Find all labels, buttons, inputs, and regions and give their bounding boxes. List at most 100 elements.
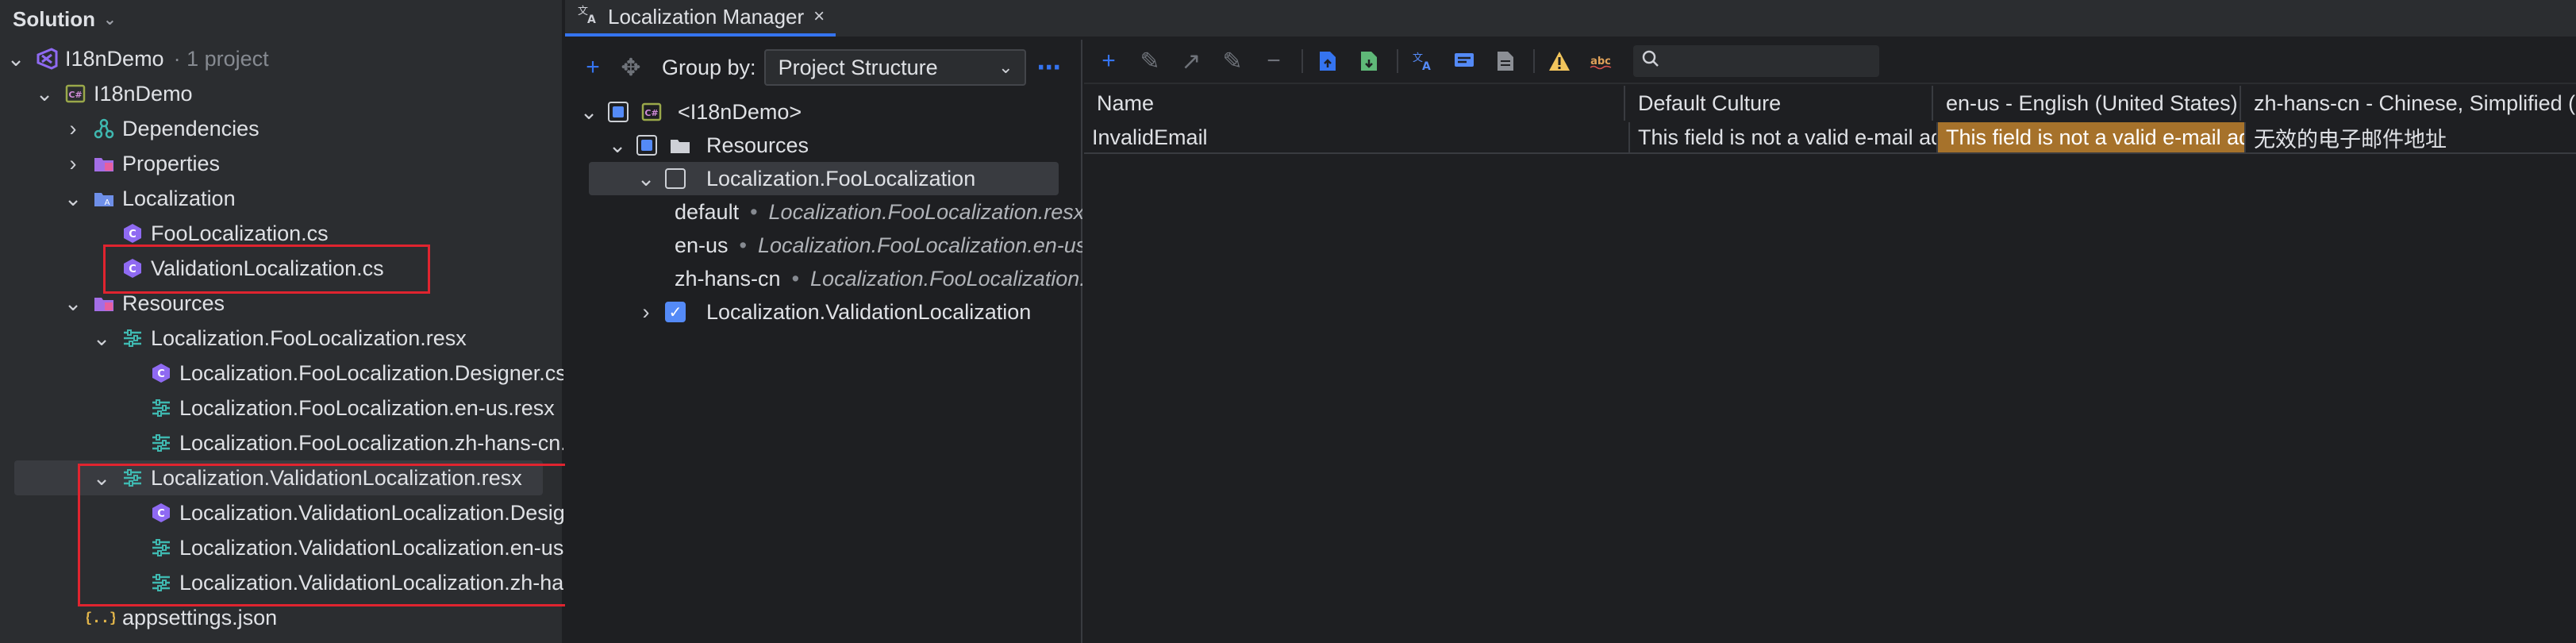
remove-icon[interactable]: − — [1260, 48, 1287, 75]
tree-item-label: Localization.ValidationLocalization.Desi… — [179, 500, 563, 525]
tree-node-resources[interactable]: ⌄ Resources — [565, 129, 1082, 162]
import-icon[interactable] — [1355, 48, 1382, 75]
tree-item-project[interactable]: ⌄ C# I18nDemo — [0, 76, 563, 111]
tree-item-foolocalization-cs[interactable]: C FooLocalization.cs — [0, 216, 563, 251]
tree-item-foo-designer-cs[interactable]: C Localization.FooLocalization.Designer.… — [0, 356, 563, 391]
chevron-down-icon[interactable]: ⌄ — [92, 466, 111, 490]
tree-node-culture-en-us[interactable]: en-us • Localization.FooLocalization.en-… — [565, 229, 1082, 262]
tree-item-resources-folder[interactable]: ⌄ Resources — [0, 286, 563, 321]
tree-node-foolocalization[interactable]: ⌄ Localization.FooLocalization — [589, 162, 1059, 195]
chevron-right-icon[interactable]: › — [63, 117, 83, 141]
tree-node-validationlocalization[interactable]: › ✓ Localization.ValidationLocalization — [565, 295, 1082, 329]
tree-item-validationlocalization-cs[interactable]: C ValidationLocalization.cs — [0, 251, 563, 286]
svg-text:A: A — [105, 198, 110, 207]
collapse-all-icon[interactable]: ✥ — [617, 54, 644, 81]
tree-item-properties[interactable]: › Properties — [0, 146, 563, 181]
cell-text: InvalidEmail — [1092, 125, 1208, 149]
export-icon[interactable] — [1314, 48, 1341, 75]
tree-item-localization-folder[interactable]: ⌄ A Localization — [0, 181, 563, 216]
svg-text:C#: C# — [644, 108, 658, 118]
tree-item-label: Localization — [122, 186, 236, 210]
group-by-select[interactable]: Project Structure ⌄ — [763, 49, 1026, 86]
tree-item-appsettings-json[interactable]: {..} appsettings.json — [0, 600, 563, 635]
close-icon[interactable]: × — [813, 6, 825, 28]
navigate-icon[interactable]: ↗ — [1178, 48, 1205, 75]
resx-icon — [149, 536, 173, 560]
tree-item-label: Localization.FooLocalization.en-us.resx — [179, 395, 555, 420]
table-cell-zh-hans-cn[interactable]: 无效的电子邮件地址 — [2244, 122, 2576, 152]
tree-node-label: Localization.ValidationLocalization — [706, 299, 1032, 324]
rename-icon[interactable]: ✎ — [1219, 48, 1246, 75]
chevron-down-icon[interactable]: ⌄ — [92, 326, 111, 350]
csharp-class-icon: C — [121, 256, 144, 280]
tree-item-dependencies[interactable]: › Dependencies — [0, 111, 563, 146]
chevron-right-icon[interactable]: › — [636, 300, 656, 324]
tree-item-validationlocalization-resx[interactable]: ⌄ Localization.ValidationLocalization.re… — [14, 460, 543, 495]
tree-checkbox[interactable] — [665, 168, 686, 189]
group-by-label: Group by: — [662, 55, 756, 79]
document-icon[interactable] — [1492, 48, 1519, 75]
column-header-zh-hans-cn[interactable]: zh-hans-cn - Chinese, Simplified (China) — [2240, 86, 2576, 121]
chevron-right-icon[interactable]: › — [63, 152, 83, 175]
tab-localization-manager[interactable]: 文A Localization Manager × — [565, 0, 836, 37]
culture-label: default — [675, 199, 740, 224]
separator-dot: • — [750, 199, 758, 224]
tree-item-foolocalization-resx[interactable]: ⌄ Localization.FooLocalization.resx — [0, 321, 563, 356]
more-options-icon[interactable]: ⋯ — [1037, 54, 1061, 82]
folder-icon — [92, 152, 116, 175]
chevron-down-icon[interactable]: ⌄ — [103, 10, 117, 29]
row-divider — [1084, 152, 2576, 154]
cell-text: 无效的电子邮件地址 — [2254, 127, 2447, 152]
column-header-default-culture[interactable]: Default Culture — [1624, 86, 1932, 121]
chevron-down-icon[interactable]: ⌄ — [6, 47, 25, 71]
tree-item-label: Localization.FooLocalization.zh-hans-cn.… — [179, 430, 563, 455]
chevron-down-icon[interactable]: ⌄ — [35, 82, 54, 106]
column-header-label: Default Culture — [1638, 90, 1782, 115]
edit-icon[interactable]: ✎ — [1136, 48, 1163, 75]
warning-icon[interactable] — [1546, 48, 1573, 75]
tree-item-solution[interactable]: ⌄ I18nDemo · 1 project — [0, 41, 563, 76]
svg-text:C: C — [157, 368, 165, 380]
tree-node-culture-zh-hans-cn[interactable]: zh-hans-cn • Localization.FooLocalizatio… — [565, 262, 1082, 295]
group-by-value: Project Structure — [778, 55, 938, 79]
tree-item-foo-zh-hans-cn-resx[interactable]: Localization.FooLocalization.zh-hans-cn.… — [0, 425, 563, 460]
culture-file: Localization.FooLocalization.en-us.resx — [758, 233, 1082, 257]
chevron-down-icon[interactable]: ⌄ — [579, 100, 598, 124]
table-cell-default[interactable]: This field is not a valid e-mail address… — [1628, 122, 1936, 152]
expand-all-icon[interactable]: + — [579, 54, 606, 81]
tree-node-project[interactable]: ⌄ C# <I18nDemo> — [565, 95, 1082, 129]
tree-node-label: Resources — [706, 133, 809, 157]
chevron-down-icon[interactable]: ⌄ — [608, 133, 627, 157]
tree-item-label: Localization.FooLocalization.Designer.cs — [179, 360, 563, 385]
add-icon[interactable]: + — [1095, 48, 1122, 75]
tree-checkbox[interactable]: ✓ — [665, 302, 686, 322]
tree-node-label: <I18nDemo> — [678, 99, 802, 124]
translate-icon[interactable]: 文A — [1409, 48, 1436, 75]
folder-icon — [92, 291, 116, 315]
tree-item-validation-zh-hans-cn-resx[interactable]: Localization.ValidationLocalization.zh-h… — [0, 565, 563, 600]
column-header-name[interactable]: Name — [1084, 86, 1624, 121]
tree-node-culture-default[interactable]: default • Localization.FooLocalization.r… — [565, 195, 1082, 229]
resx-icon — [121, 326, 144, 350]
column-header-en-us[interactable]: en-us - English (United States) — [1932, 86, 2240, 121]
table-cell-key[interactable]: InvalidEmail — [1084, 122, 1628, 152]
visual-studio-icon — [35, 47, 59, 71]
comment-icon[interactable] — [1451, 48, 1478, 75]
tree-checkbox[interactable] — [608, 102, 629, 122]
chevron-down-icon[interactable]: ⌄ — [636, 167, 656, 191]
solution-header[interactable]: Solution ⌄ — [0, 0, 562, 38]
toolbar-separator — [1533, 49, 1535, 73]
chevron-down-icon[interactable]: ⌄ — [63, 291, 83, 315]
toolbar-separator — [1301, 49, 1303, 73]
grid-search-input[interactable] — [1633, 45, 1879, 77]
chevron-down-icon[interactable]: ⌄ — [63, 187, 83, 210]
resx-icon — [121, 466, 144, 490]
culture-file: Localization.FooLocalization.resx — [768, 199, 1082, 224]
tree-item-foo-en-us-resx[interactable]: Localization.FooLocalization.en-us.resx — [0, 391, 563, 425]
spellcheck-icon[interactable]: abc — [1587, 48, 1614, 75]
csharp-project-icon: C# — [63, 82, 87, 106]
tree-item-validation-designer-cs[interactable]: C Localization.ValidationLocalization.De… — [0, 495, 563, 530]
tree-item-validation-en-us-resx[interactable]: Localization.ValidationLocalization.en-u… — [0, 530, 563, 565]
table-cell-en-us[interactable]: This field is not a valid e-mail address… — [1936, 122, 2244, 152]
tree-checkbox[interactable] — [636, 135, 657, 156]
